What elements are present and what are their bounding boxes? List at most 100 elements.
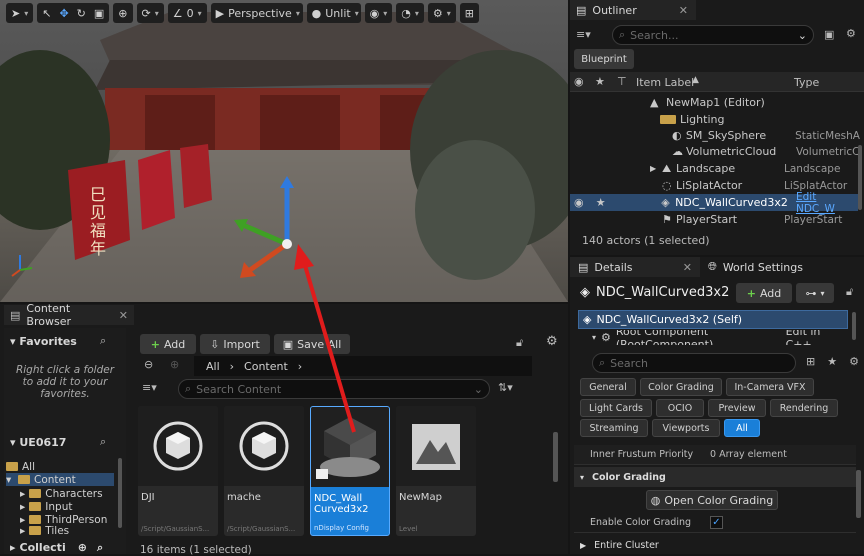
star-icon[interactable]: ★ — [596, 196, 661, 209]
angle-snap-button[interactable]: ∠ 0 ▾ — [167, 3, 207, 23]
breadcrumb-all[interactable]: All — [206, 360, 220, 373]
col-type[interactable]: Type — [794, 76, 819, 89]
scale-tool-icon[interactable]: ▣ — [94, 7, 104, 20]
color-grading-section[interactable]: ▾ Color Grading — [574, 467, 856, 487]
project-header[interactable]: ▾ UE0617 — [10, 436, 66, 449]
tab-world-settings[interactable]: 🌐︎ World Settings — [708, 257, 803, 277]
add-button[interactable]: + Add — [140, 334, 196, 354]
enable-color-grading-checkbox[interactable]: ✓ — [710, 516, 723, 529]
select-tool-icon[interactable]: ↖ — [42, 7, 51, 20]
filter-rendering[interactable]: Rendering — [770, 399, 838, 417]
filter-color-grading[interactable]: Color Grading — [640, 378, 722, 396]
folder-characters[interactable]: ▸ Characters — [20, 487, 103, 500]
details-search-input[interactable]: ⌕ Search — [592, 353, 796, 373]
eye-icon[interactable]: ◉ — [574, 75, 584, 88]
outliner-row[interactable]: ▲ NewMap1 (Editor) — [570, 94, 860, 111]
close-tab-icon[interactable]: ✕ — [683, 261, 692, 274]
search-icon[interactable]: ⌕ — [97, 541, 103, 555]
pin-icon[interactable]: ⊤ — [617, 75, 627, 88]
asset-tile[interactable]: NewMap Level — [396, 406, 476, 536]
select-mode-button[interactable]: ➤ ▾ — [6, 3, 34, 23]
component-self-row[interactable]: ◈ NDC_WallCurved3x2 (Self) — [578, 310, 848, 329]
transform-tools[interactable]: ↖ ✥ ↻ ▣ — [37, 3, 110, 23]
lock-icon[interactable]: 🔓︎ — [516, 336, 523, 350]
asset-tile[interactable]: DJI /Script/GaussianS... — [138, 406, 218, 536]
folder-thirdperson[interactable]: ▸ ThirdPerson — [20, 513, 107, 526]
forward-arrow-icon[interactable]: ⊕ — [170, 358, 179, 371]
star-icon[interactable]: ★ — [827, 355, 837, 368]
outliner-row[interactable]: ◐ SM_SkySphere StaticMeshA — [570, 127, 860, 144]
rotate-tool-icon[interactable]: ↻ — [77, 7, 86, 20]
filter-in-camera-vfx[interactable]: In-Camera VFX — [726, 378, 814, 396]
search-icon[interactable]: ⌕ — [100, 435, 106, 449]
content-browser-icon: ▤ — [10, 308, 21, 322]
tree-scrollbar[interactable] — [118, 458, 122, 528]
filter-icon[interactable]: ≡▾ — [576, 28, 591, 41]
entire-cluster-section[interactable]: ▶ Entire Cluster — [574, 536, 856, 554]
col-item-label[interactable]: Item Label — [636, 76, 694, 89]
sort-icon[interactable]: ⇅▾ — [498, 381, 513, 394]
add-component-button[interactable]: + Add — [736, 283, 792, 303]
move-tool-icon[interactable]: ✥ — [59, 7, 68, 20]
filter-viewports[interactable]: Viewports — [652, 419, 720, 437]
import-button[interactable]: ⇩ Import — [200, 334, 270, 354]
outliner-row[interactable]: ⚑ PlayerStart PlayerStart — [570, 211, 860, 228]
coordinate-space-button[interactable]: ⊕ — [113, 3, 133, 23]
outliner-row[interactable]: ☁ VolumetricCloud VolumetricC — [570, 143, 860, 160]
components-scrollbar[interactable] — [852, 312, 856, 340]
layout-button[interactable]: ⊞ — [459, 3, 479, 23]
ndisplay-icon: ◈ — [661, 196, 670, 209]
blueprint-button[interactable]: Blueprint — [574, 49, 634, 69]
close-tab-icon[interactable]: ✕ — [119, 309, 128, 322]
favorites-header[interactable]: ▾ Favorites — [10, 335, 77, 348]
open-color-grading-button[interactable]: ◍ Open Color Grading — [646, 490, 778, 510]
edit-cpp-link[interactable]: Edit in C++ — [786, 330, 848, 345]
filter-all[interactable]: All — [724, 419, 760, 437]
tab-content-browser[interactable]: ▤ Content Browser ✕ — [4, 302, 134, 328]
details-scrollbar[interactable] — [856, 470, 861, 518]
outliner-row[interactable]: Lighting — [570, 111, 860, 128]
settings-icon[interactable]: ⚙ — [846, 27, 856, 40]
filter-preview[interactable]: Preview — [708, 399, 766, 417]
level-viewport[interactable]: 巳见福年 ➤ ▾ ↖ ✥ ↻ ▣ ⊕ ⟳ ▾ ∠ 0 ▾ ▶ Perspective ▾ ●… — [0, 0, 568, 302]
filter-ocio[interactable]: OCIO — [656, 399, 704, 417]
folder-tiles[interactable]: ▸ Tiles — [20, 526, 69, 535]
add-folder-icon[interactable]: ▣ — [824, 28, 834, 41]
star-icon[interactable]: ★ — [595, 75, 605, 88]
surface-snapping-button[interactable]: ⟳ ▾ — [136, 3, 164, 23]
eye-icon[interactable]: ◉ — [574, 196, 596, 209]
table-icon[interactable]: ⊞ — [806, 355, 815, 368]
breadcrumb-content[interactable]: Content — [244, 360, 288, 373]
viewport-settings-button[interactable]: ⚙ ▾ — [427, 3, 456, 23]
lock-icon[interactable]: 🔓︎ — [846, 285, 853, 299]
settings-icon[interactable]: ⚙ — [849, 355, 859, 368]
filter-streaming[interactable]: Streaming — [580, 419, 648, 437]
performance-button[interactable]: ◔ ▾ — [396, 3, 424, 23]
folder-input[interactable]: ▸ Input — [20, 500, 72, 513]
search-icon[interactable]: ⌕ — [100, 334, 106, 348]
outliner-row-selected[interactable]: ◉ ★ ◈ NDC_WallCurved3x2 Edit NDC_W — [570, 191, 858, 215]
filter-icon[interactable]: ≡▾ — [142, 381, 157, 394]
assets-scrollbar[interactable] — [553, 432, 558, 482]
tab-outliner[interactable]: ▤ Outliner ✕ — [570, 0, 696, 20]
outliner-search-input[interactable]: ⌕ Search... ⌄ — [612, 25, 814, 45]
outliner-row[interactable]: ▶ ⛰ Landscape Landscape — [570, 160, 860, 177]
collections-header[interactable]: ▸ Collecti ⊕ ⌕ — [10, 541, 103, 555]
blueprint-options-button[interactable]: ⊶ ▾ — [796, 283, 834, 303]
root-component-row[interactable]: ▾ ⚙ Root Component (RootComponent) Edit in … — [578, 330, 848, 345]
folder-all[interactable]: All — [6, 460, 35, 473]
view-mode-button[interactable]: ● Unlit ▾ — [306, 3, 361, 23]
filter-light-cards[interactable]: Light Cards — [580, 399, 652, 417]
row-label: PlayerStart — [676, 213, 738, 226]
add-collection-icon[interactable]: ⊕ — [78, 541, 87, 555]
folder-content[interactable]: ▾ Content — [6, 473, 114, 486]
filter-general[interactable]: General — [580, 378, 636, 396]
outliner-scrollbar[interactable] — [858, 145, 862, 210]
perspective-button[interactable]: ▶ Perspective ▾ — [210, 3, 303, 23]
back-arrow-icon[interactable]: ⊖ — [144, 358, 153, 371]
show-flags-button[interactable]: ◉ ▾ — [364, 3, 393, 23]
close-tab-icon[interactable]: ✕ — [679, 4, 688, 17]
chevron-down-icon: ▾ — [10, 436, 16, 449]
settings-icon[interactable]: ⚙ — [546, 334, 558, 349]
tab-details[interactable]: ▤ Details ✕ — [570, 257, 700, 277]
